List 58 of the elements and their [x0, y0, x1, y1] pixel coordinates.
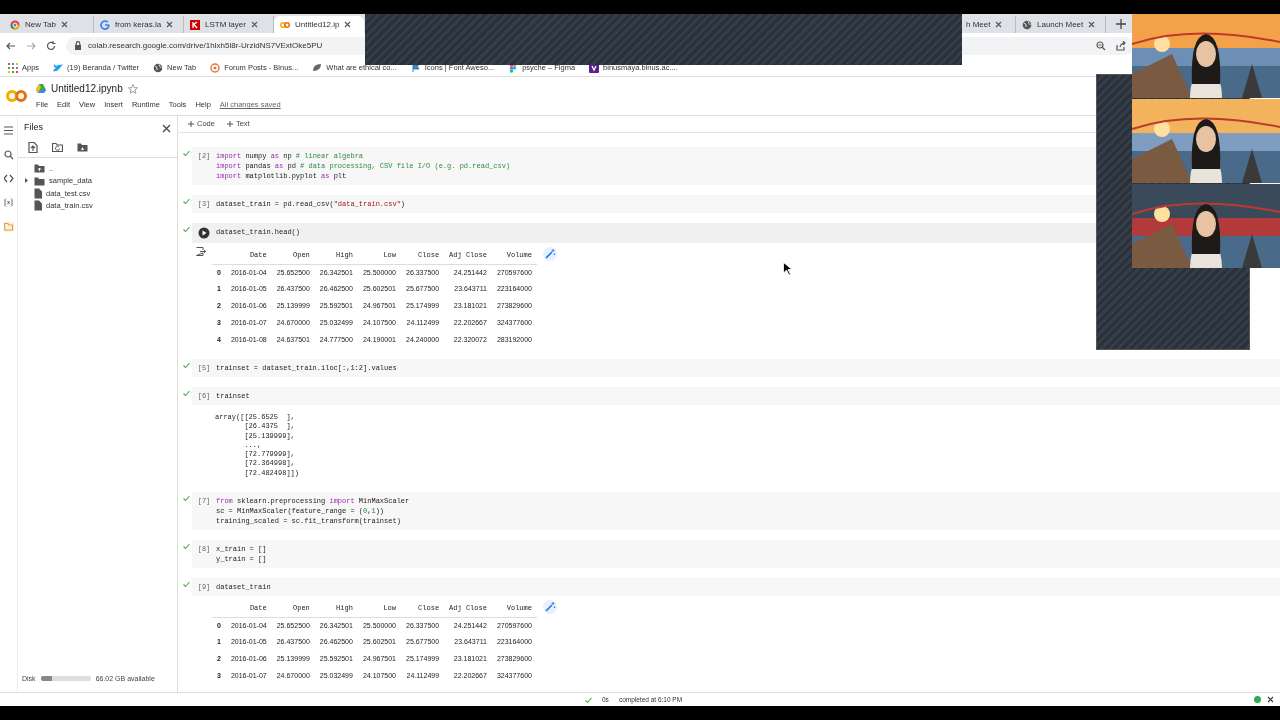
code-icon[interactable] — [3, 174, 14, 184]
check-icon — [182, 581, 190, 588]
drive-folder-icon[interactable] — [77, 142, 88, 153]
back-icon[interactable] — [6, 41, 16, 51]
close-icon[interactable] — [344, 21, 352, 28]
leaf-icon — [312, 62, 323, 73]
folder-icon — [34, 175, 45, 186]
search-icon[interactable] — [3, 150, 14, 160]
close-icon[interactable] — [166, 21, 174, 28]
notebook-title[interactable]: Untitled12.ipynb — [51, 81, 123, 97]
globe-icon — [1022, 19, 1032, 30]
run-button-icon[interactable] — [198, 227, 210, 239]
disk-usage-bar — [40, 676, 91, 682]
close-icon[interactable] — [61, 21, 68, 28]
panel-title: Files — [24, 121, 43, 135]
colab-logo-icon — [280, 19, 290, 30]
browser-logo-icon — [10, 19, 20, 30]
forum-logo-icon — [210, 62, 221, 73]
reload-icon[interactable] — [46, 41, 56, 51]
check-icon — [182, 543, 190, 550]
plus-icon — [226, 121, 233, 127]
close-icon[interactable] — [250, 21, 258, 28]
caret-icon[interactable] — [24, 178, 29, 184]
google-logo-icon — [100, 19, 110, 30]
close-icon[interactable] — [1088, 21, 1096, 28]
variables-icon[interactable] — [3, 198, 14, 208]
share-icon[interactable] — [1116, 41, 1126, 51]
refresh-folder-icon[interactable] — [52, 142, 63, 153]
check-icon — [182, 226, 190, 232]
upload-file-icon[interactable] — [28, 142, 38, 153]
keras-logo-icon — [190, 19, 200, 30]
bird-icon — [53, 62, 64, 73]
menu-icon[interactable] — [3, 126, 14, 136]
star-icon[interactable] — [127, 83, 138, 94]
new-tab-icon[interactable] — [1116, 19, 1126, 29]
output-icon[interactable] — [196, 247, 206, 256]
drive-icon — [36, 84, 46, 94]
check-icon — [182, 390, 190, 396]
close-icon[interactable] — [995, 21, 1003, 28]
close-icon[interactable] — [1267, 696, 1274, 703]
lock-icon — [74, 41, 82, 51]
browser-tab[interactable]: Untitled12.ip — [274, 16, 364, 33]
close-icon[interactable] — [162, 123, 171, 133]
zoom-icon[interactable] — [1096, 41, 1106, 51]
check-icon — [182, 495, 190, 502]
apps-grid-icon — [8, 62, 18, 73]
magic-wand-icon[interactable] — [542, 600, 557, 615]
check-icon — [585, 696, 592, 703]
check-icon — [182, 198, 190, 204]
check-icon — [182, 150, 190, 156]
folder-up-icon — [34, 163, 45, 174]
colab-logo-icon[interactable] — [6, 88, 28, 104]
magic-wand-icon[interactable] — [542, 247, 557, 261]
plus-icon — [188, 121, 194, 127]
globe-icon — [153, 62, 164, 73]
check-icon — [182, 362, 190, 368]
flag-icon — [410, 62, 421, 73]
mouse-pointer-icon — [783, 262, 793, 276]
